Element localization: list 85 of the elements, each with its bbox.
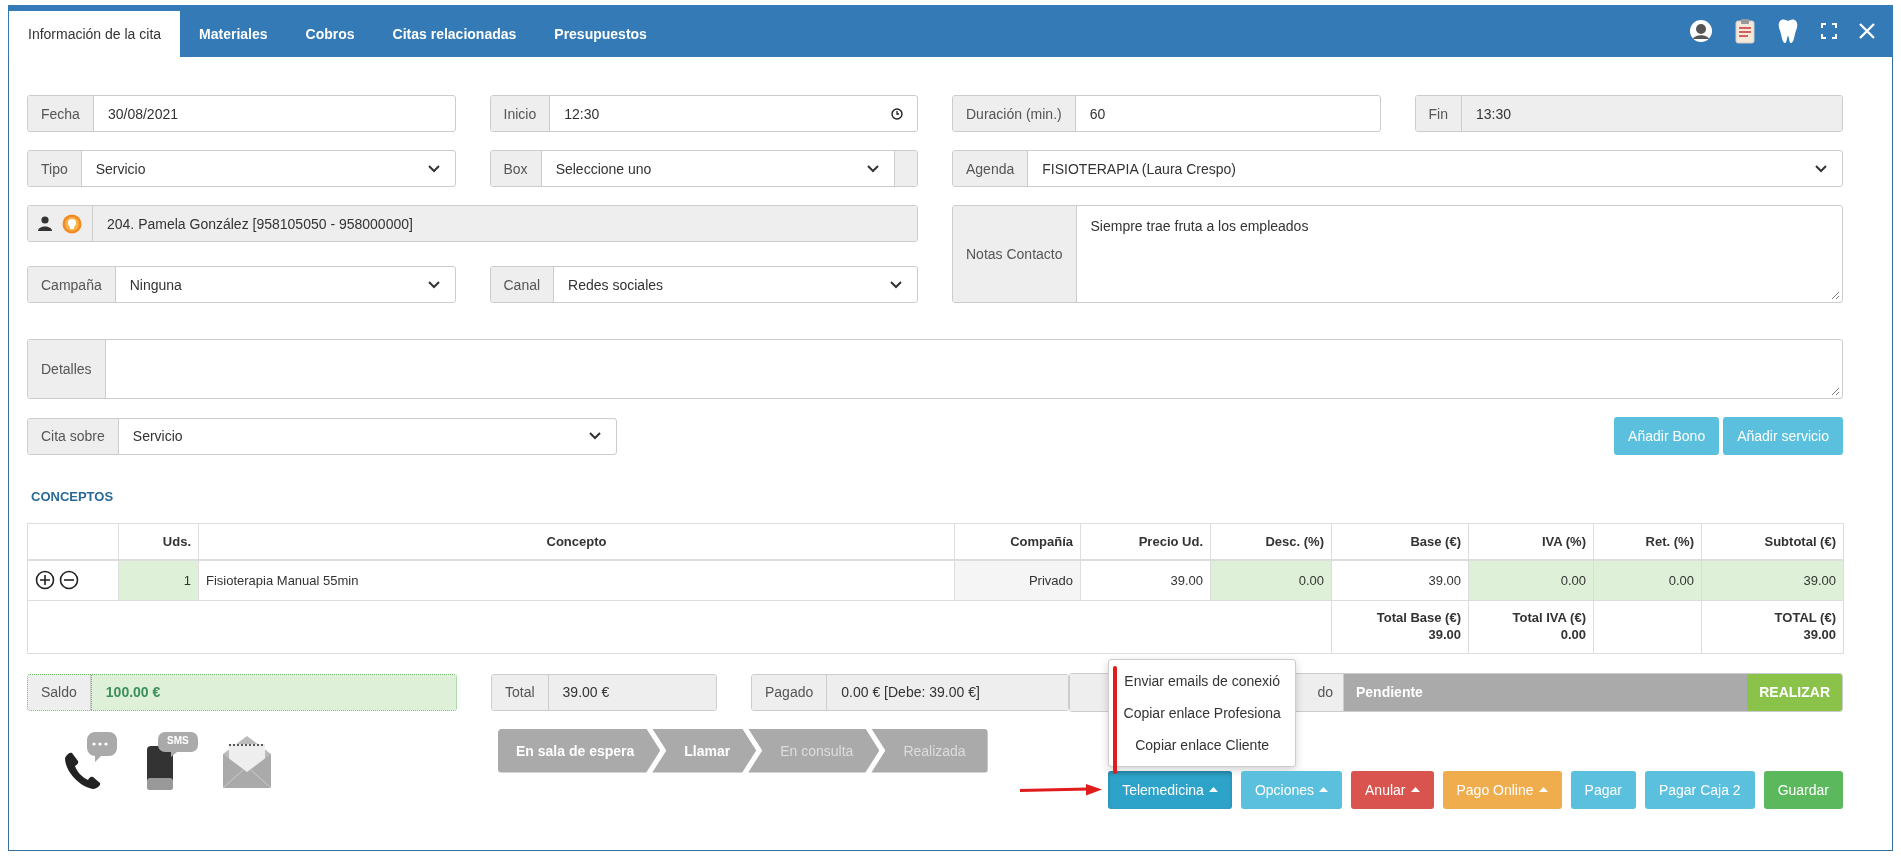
- chevron-icon: [426, 279, 441, 290]
- tab[interactable]: Presupuestos: [535, 11, 666, 57]
- section-title: CONCEPTOS: [31, 489, 115, 504]
- campaign-select-field[interactable]: Campaña Ninguna: [27, 266, 456, 303]
- user-avatar-icon[interactable]: [1689, 19, 1713, 43]
- field-value: Ninguna: [115, 267, 455, 302]
- field-label: Fecha: [28, 96, 94, 131]
- table-cell: 1: [118, 560, 199, 600]
- date-field[interactable]: Fecha 30/08/2021: [27, 95, 456, 132]
- field-label: Inicio: [490, 96, 551, 131]
- column-header: Precio Ud.: [1080, 523, 1211, 560]
- table-cell: 0.00: [1210, 560, 1332, 600]
- duration-field[interactable]: Duración (min.) 60: [952, 95, 1381, 132]
- paid-field[interactable]: Pagado 0.00 € [Debe: 39.00 €]: [751, 673, 1069, 711]
- resize-grip-icon: [1831, 387, 1840, 396]
- status-value: Pendiente: [1344, 673, 1748, 711]
- start-time-field[interactable]: Inicio 12:30: [489, 95, 918, 132]
- add-row-icon[interactable]: [35, 570, 55, 591]
- field-label: Agenda: [953, 151, 1029, 186]
- tab[interactable]: Información de la cita: [9, 11, 181, 57]
- type-select-field[interactable]: Tipo Servicio: [27, 150, 456, 187]
- chevron-icon: [866, 163, 880, 174]
- total-cell: Total Base (€) 39.00: [1331, 600, 1469, 653]
- dropdown-button[interactable]: Anular: [1351, 770, 1434, 809]
- fullscreen-icon[interactable]: [1821, 23, 1837, 39]
- clipboard-icon[interactable]: [1735, 18, 1755, 44]
- resize-grip-icon: [1831, 291, 1840, 300]
- table-cell: 0.00: [1593, 560, 1702, 600]
- field-value: 100.00 €: [90, 674, 456, 710]
- field-value: Servicio: [81, 151, 455, 186]
- column-header: Concepto: [198, 523, 955, 560]
- field-value: 39.00 €: [548, 674, 716, 710]
- field-label: Cita sobre: [28, 418, 119, 454]
- tab[interactable]: Materiales: [180, 11, 287, 57]
- field-label: Fin: [1415, 96, 1462, 131]
- field-label: Detalles: [28, 340, 106, 398]
- end-time-field[interactable]: Fin 13:30: [1414, 95, 1843, 132]
- field-value: Siempre trae fruta a los empleados: [1076, 206, 1842, 302]
- field-label: Total: [492, 674, 549, 710]
- field-label: Tipo: [28, 151, 82, 186]
- field-label: Canal: [490, 267, 555, 302]
- tab[interactable]: Citas relacionadas: [373, 11, 536, 57]
- table-cell: 39.00: [1080, 560, 1211, 600]
- person-icon: [38, 216, 52, 231]
- field-value: Seleccione uno: [541, 151, 894, 186]
- field-value: 30/08/2021: [106, 104, 179, 124]
- channel-select-field[interactable]: Canal Redes sociales: [489, 266, 918, 303]
- field-label: Duración (min.): [953, 96, 1076, 131]
- field-value: 12:30: [550, 96, 917, 131]
- table-cell: 0.00: [1468, 560, 1594, 600]
- chevron-icon: [588, 431, 602, 441]
- field-value: 13:30: [1461, 96, 1842, 131]
- field-value: FISIOTERAPIA (Laura Crespo): [1028, 151, 1842, 186]
- tab[interactable]: Cobros: [286, 11, 374, 57]
- details-field[interactable]: Detalles: [27, 339, 1843, 399]
- chevron-icon: [1814, 163, 1828, 174]
- chevron-icon: [889, 279, 903, 290]
- appointment-for-select-field[interactable]: Cita sobre Servicio: [27, 417, 617, 455]
- total-field[interactable]: Total 39.00 €: [491, 673, 717, 711]
- field-value: 60: [1088, 104, 1107, 124]
- field-value: Redes sociales: [554, 267, 917, 302]
- column-header: Base (€): [1331, 523, 1469, 560]
- field-label: Pagado: [752, 674, 828, 710]
- box-select[interactable]: Box Seleccione uno: [489, 150, 918, 187]
- clock-icon: [891, 107, 903, 120]
- field-value: 0.00 € [Debe: 39.00 €]: [827, 674, 1068, 710]
- chevron-icon: [426, 163, 441, 174]
- menu-item[interactable]: Copiar enlace Cliente: [1109, 728, 1296, 761]
- tooth-icon[interactable]: [1777, 18, 1799, 44]
- field-label: Box: [490, 151, 542, 186]
- total-cell: TOTAL (€) 39.00: [1701, 600, 1844, 653]
- field-label: Saldo: [28, 674, 91, 710]
- contact-notes-field[interactable]: Notas Contacto Siempre trae fruta a los empleados: [952, 205, 1843, 303]
- table-cell: Fisioterapia Manual 55min: [198, 560, 955, 600]
- field-label: Campaña: [28, 267, 116, 302]
- field-value: Servicio: [118, 418, 616, 454]
- remove-row-icon[interactable]: [58, 570, 79, 591]
- field-label: Notas Contacto: [953, 206, 1077, 302]
- close-icon[interactable]: [1859, 23, 1875, 39]
- alert-badge-icon: [62, 213, 82, 234]
- table-cell: Privado: [954, 560, 1081, 600]
- agenda-select-field[interactable]: Agenda FISIOTERAPIA (Laura Crespo): [952, 150, 1843, 187]
- table-cell: 39.00: [1701, 560, 1844, 600]
- total-cell: Total IVA (€) 0.00: [1468, 600, 1594, 653]
- table-cell: 39.00: [1331, 560, 1469, 600]
